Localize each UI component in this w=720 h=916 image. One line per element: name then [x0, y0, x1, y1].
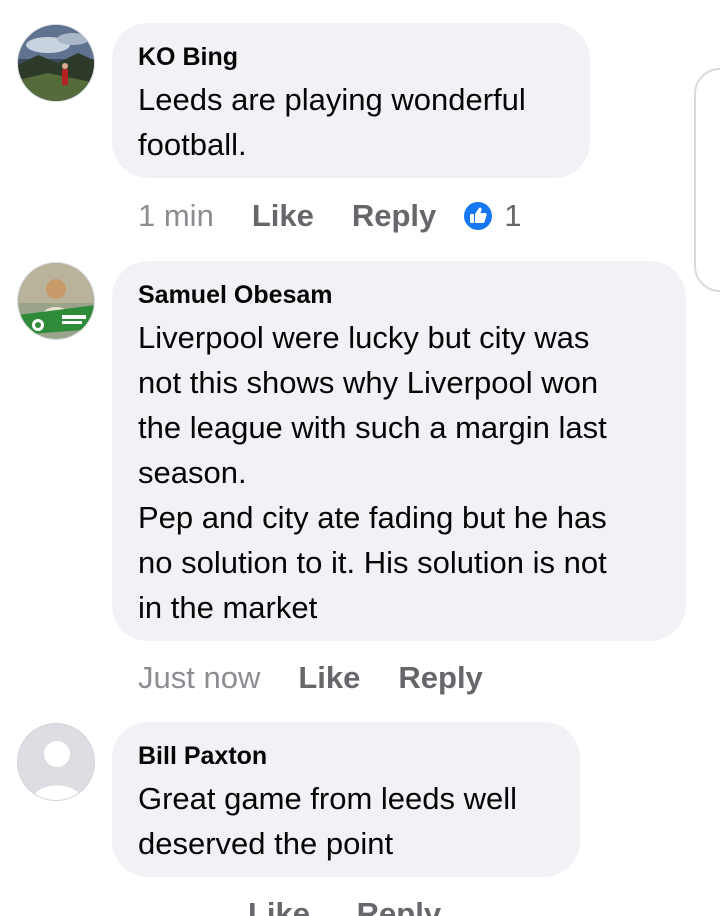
comment-actions: Just now Like Reply: [138, 658, 483, 698]
like-button[interactable]: Like: [248, 896, 310, 916]
comment-text: Great game from leeds well deserved the …: [138, 781, 518, 861]
profile-photo-icon: [18, 263, 94, 339]
comment-text: Leeds are playing wonderful football.: [138, 82, 526, 162]
comment-actions: 1 min Like Reply 1: [138, 196, 522, 236]
landscape-photo-icon: [18, 25, 94, 101]
reaction-count: 1: [504, 198, 522, 233]
avatar[interactable]: [17, 723, 95, 801]
comment-timestamp[interactable]: Just now: [138, 660, 260, 696]
avatar[interactable]: [17, 24, 95, 102]
comment-actions-partial: Like Reply: [138, 896, 441, 916]
like-reaction-icon: [462, 200, 495, 232]
avatar[interactable]: [17, 262, 95, 340]
comment-bubble: KO Bing Leeds are playing wonderful foot…: [112, 23, 590, 178]
reply-button[interactable]: Reply: [352, 198, 436, 234]
reply-button[interactable]: Reply: [398, 660, 482, 696]
comment-text: Liverpool were lucky but city was not th…: [138, 320, 607, 625]
reaction-summary[interactable]: 1: [462, 198, 522, 234]
comment-author[interactable]: Samuel Obesam: [138, 279, 660, 311]
comment-author[interactable]: KO Bing: [138, 41, 564, 73]
reply-button[interactable]: Reply: [357, 896, 441, 916]
like-button[interactable]: Like: [252, 198, 314, 234]
comment-author[interactable]: Bill Paxton: [138, 740, 554, 772]
side-panel-edge: [694, 68, 720, 292]
comment-timestamp[interactable]: 1 min: [138, 198, 214, 234]
like-button[interactable]: Like: [298, 660, 360, 696]
comment-bubble: Bill Paxton Great game from leeds well d…: [112, 722, 580, 877]
default-avatar-icon: [18, 724, 94, 800]
comment-bubble: Samuel Obesam Liverpool were lucky but c…: [112, 261, 686, 641]
